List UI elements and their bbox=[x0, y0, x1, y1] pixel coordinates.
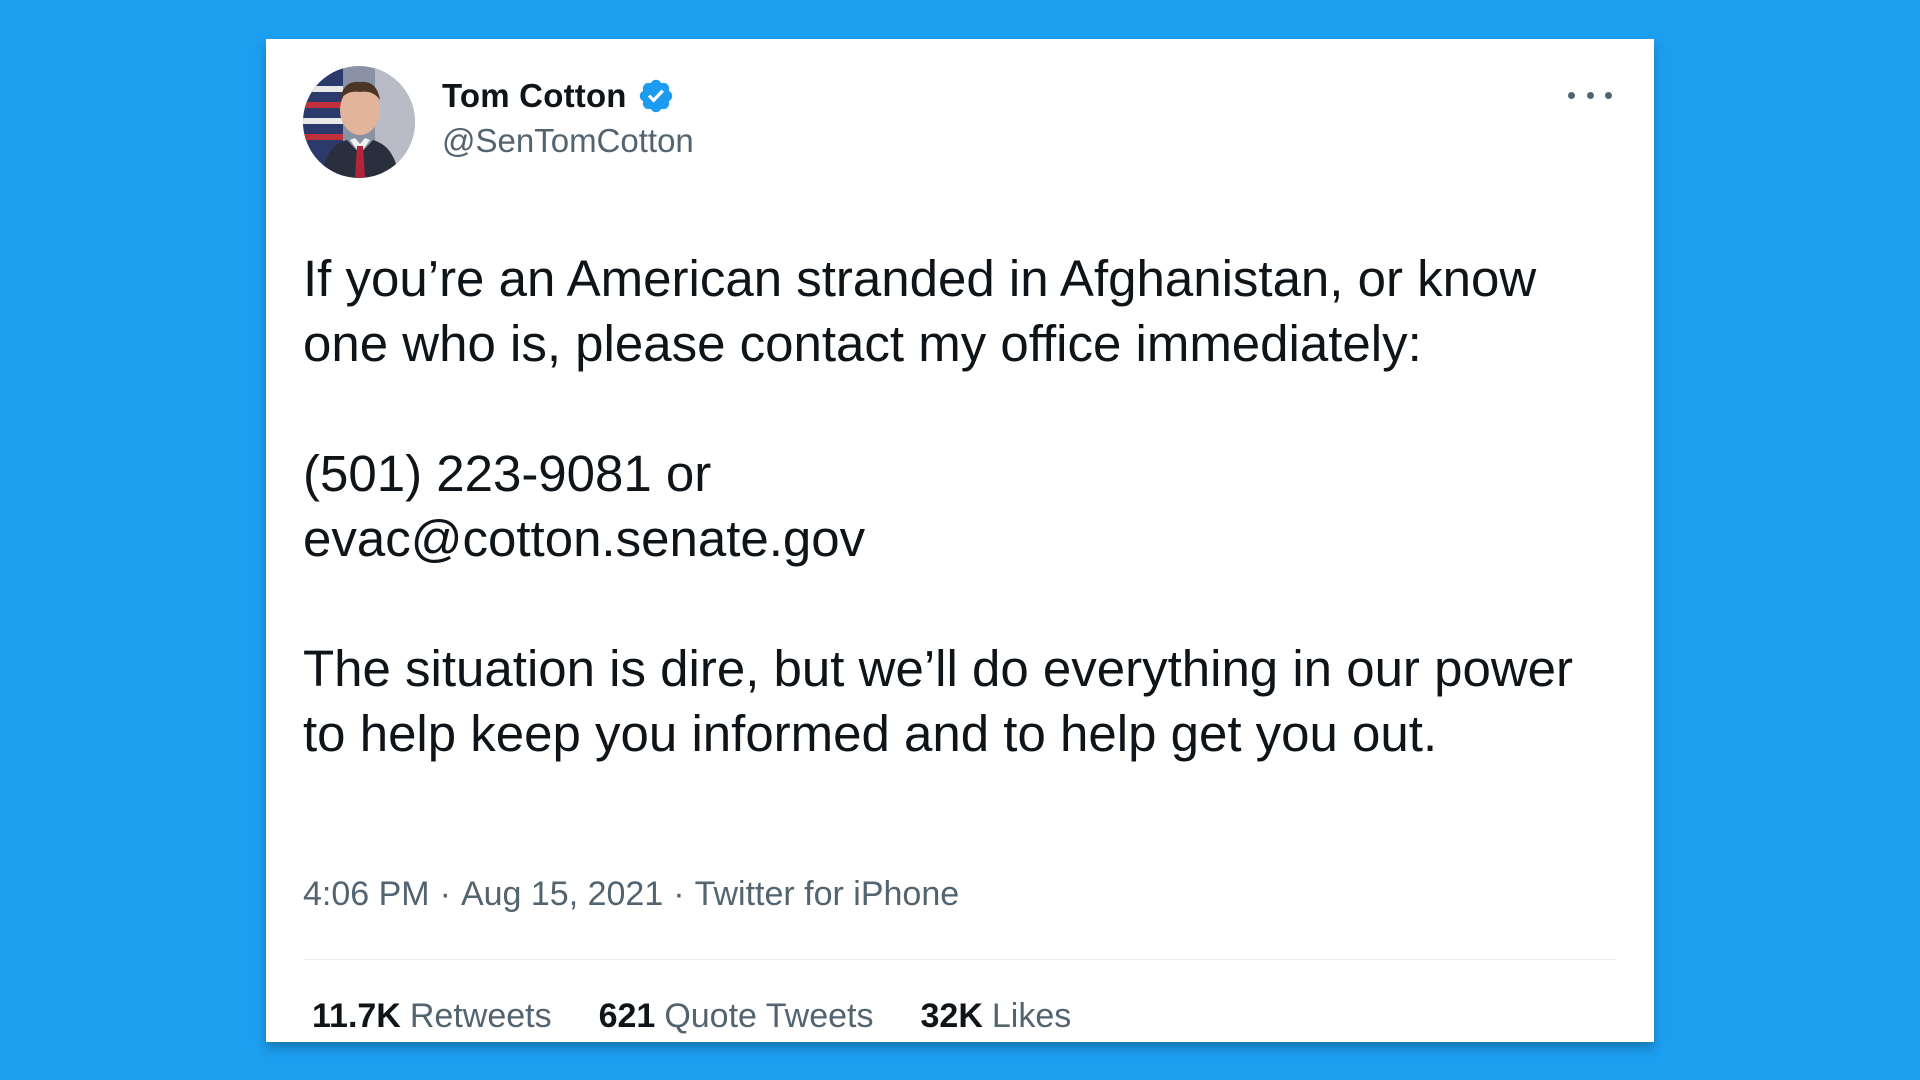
quote-tweets-count: 621 bbox=[598, 997, 656, 1035]
more-dot bbox=[1568, 91, 1575, 99]
retweets-stat[interactable]: 11.7K Retweets bbox=[312, 997, 552, 1036]
retweets-label: Retweets bbox=[409, 997, 552, 1035]
tweet-card: Tom Cotton @SenTomCotton If you’re an Am… bbox=[266, 39, 1654, 1042]
meta-separator: · bbox=[439, 875, 451, 913]
tweet-metadata: 4:06 PM · Aug 15, 2021 · Twitter for iPh… bbox=[303, 875, 959, 914]
more-dot bbox=[1586, 91, 1594, 99]
tweet-time[interactable]: 4:06 PM bbox=[303, 875, 430, 914]
likes-count: 32K bbox=[920, 997, 983, 1035]
verified-badge-icon bbox=[637, 77, 675, 115]
avatar-portrait-icon bbox=[303, 66, 415, 178]
quote-tweets-stat[interactable]: 621 Quote Tweets bbox=[599, 997, 874, 1036]
tweet-stats: 11.7K Retweets 621 Quote Tweets 32K Likes bbox=[312, 997, 1118, 1036]
avatar[interactable] bbox=[303, 66, 415, 178]
likes-stat[interactable]: 32K Likes bbox=[921, 997, 1072, 1036]
tweet-date[interactable]: Aug 15, 2021 bbox=[461, 875, 663, 914]
tweet-text: If you’re an American stranded in Afghan… bbox=[303, 246, 1623, 766]
author-handle[interactable]: @SenTomCotton bbox=[442, 122, 694, 160]
tweet-email-line: evac@cotton.senate.gov bbox=[303, 510, 866, 567]
tweet-paragraph: If you’re an American stranded in Afghan… bbox=[303, 250, 1537, 372]
tweet-source[interactable]: Twitter for iPhone bbox=[695, 875, 960, 914]
author-name-row: Tom Cotton bbox=[442, 73, 675, 119]
author-name[interactable]: Tom Cotton bbox=[442, 77, 627, 115]
retweets-count: 11.7K bbox=[312, 997, 401, 1035]
likes-label: Likes bbox=[991, 997, 1072, 1035]
divider bbox=[303, 959, 1617, 960]
meta-separator: · bbox=[673, 875, 685, 913]
tweet-paragraph: The situation is dire, but we’ll do ever… bbox=[303, 640, 1573, 762]
quote-tweets-label: Quote Tweets bbox=[664, 997, 874, 1035]
more-options-icon[interactable] bbox=[1568, 77, 1612, 113]
page-background: Tom Cotton @SenTomCotton If you’re an Am… bbox=[0, 0, 1920, 1080]
more-dot bbox=[1605, 91, 1612, 99]
tweet-phone-line: (501) 223-9081 or bbox=[303, 445, 712, 502]
